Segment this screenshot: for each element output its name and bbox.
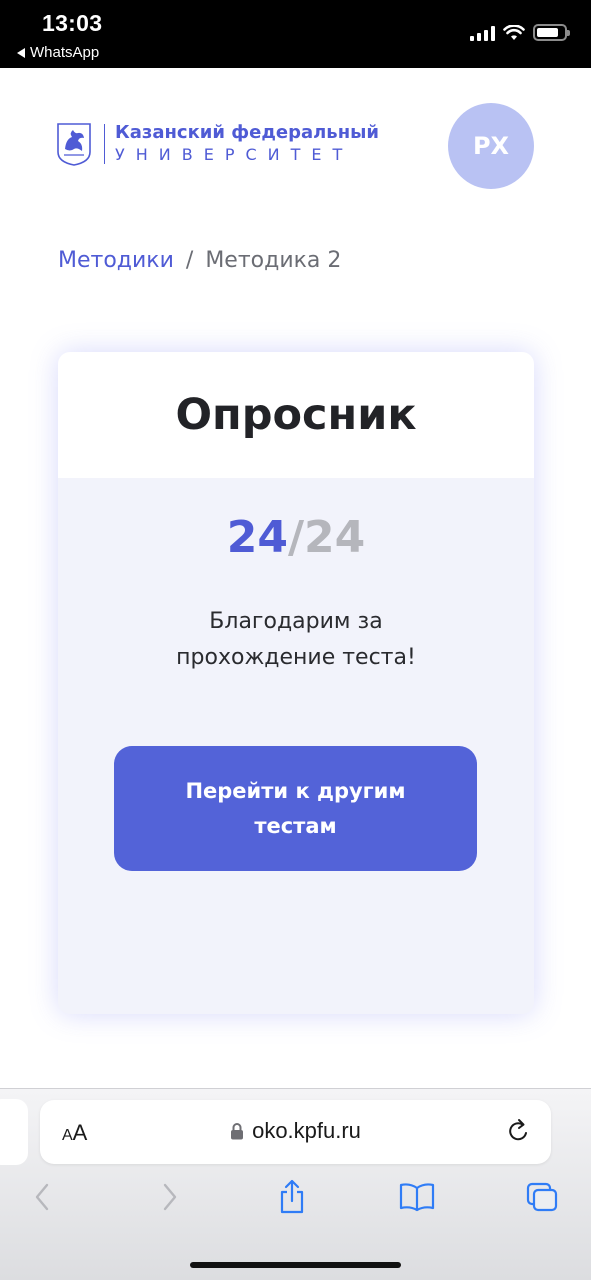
breadcrumb-current: Методика 2 <box>205 248 342 273</box>
card-header: Опросник <box>58 352 534 478</box>
kfu-emblem-icon <box>57 123 91 166</box>
logo-text: Казанский федеральный УНИВЕРСИТЕТ <box>115 122 379 166</box>
lock-icon <box>231 1123 244 1140</box>
thanks-line-1: Благодарим за <box>209 609 383 634</box>
status-time: 13:03 <box>42 10 103 36</box>
thanks-line-2: прохождение теста! <box>176 645 416 670</box>
back-to-app-link[interactable]: WhatsApp <box>17 44 99 61</box>
browser-bar: AA oko.kpfu.ru <box>0 1088 591 1280</box>
survey-title: Опросник <box>175 390 417 440</box>
logo-divider <box>104 124 105 164</box>
survey-card: Опросник 24/24 Благодарим за прохождение… <box>58 352 534 1014</box>
bookmarks-icon[interactable] <box>397 1177 437 1217</box>
logo-line1: Казанский федеральный <box>115 122 380 143</box>
breadcrumb-link-methods[interactable]: Методики <box>58 248 174 273</box>
back-arrow-icon[interactable] <box>22 1177 62 1217</box>
kfu-logo[interactable]: Казанский федеральный УНИВЕРСИТЕТ <box>56 122 379 166</box>
url-display[interactable]: oko.kpfu.ru <box>40 1118 551 1144</box>
thanks-message: Благодарим за прохождение теста! <box>58 604 534 676</box>
progress-counter: 24/24 <box>58 512 534 563</box>
cellular-signal-icon <box>470 25 495 41</box>
logo-line2: УНИВЕРСИТЕТ <box>115 145 354 164</box>
user-avatar[interactable]: РХ <box>448 103 534 189</box>
url-text: oko.kpfu.ru <box>252 1118 361 1143</box>
breadcrumb: Методики / Методика 2 <box>58 248 341 273</box>
total-count: 24 <box>304 512 366 563</box>
browser-toolbar <box>0 1177 591 1227</box>
wifi-icon <box>503 24 525 40</box>
go-to-other-tests-button[interactable]: Перейти к другим тестам <box>114 746 477 871</box>
answered-count: 24 <box>226 512 288 563</box>
forward-arrow-icon[interactable] <box>150 1177 190 1217</box>
tabs-icon[interactable] <box>522 1177 562 1217</box>
home-indicator <box>190 1262 401 1268</box>
battery-icon <box>533 24 570 41</box>
reload-icon[interactable] <box>507 1118 531 1144</box>
breadcrumb-separator: / <box>185 248 194 273</box>
status-icons <box>470 24 570 41</box>
address-bar[interactable]: AA oko.kpfu.ru <box>40 1100 551 1164</box>
back-triangle-icon <box>17 47 25 58</box>
previous-tab-peek[interactable] <box>0 1099 28 1165</box>
back-app-label: WhatsApp <box>30 44 100 61</box>
counter-separator: / <box>287 512 305 563</box>
share-icon[interactable] <box>272 1177 312 1217</box>
status-bar: 13:03 WhatsApp <box>0 0 591 68</box>
